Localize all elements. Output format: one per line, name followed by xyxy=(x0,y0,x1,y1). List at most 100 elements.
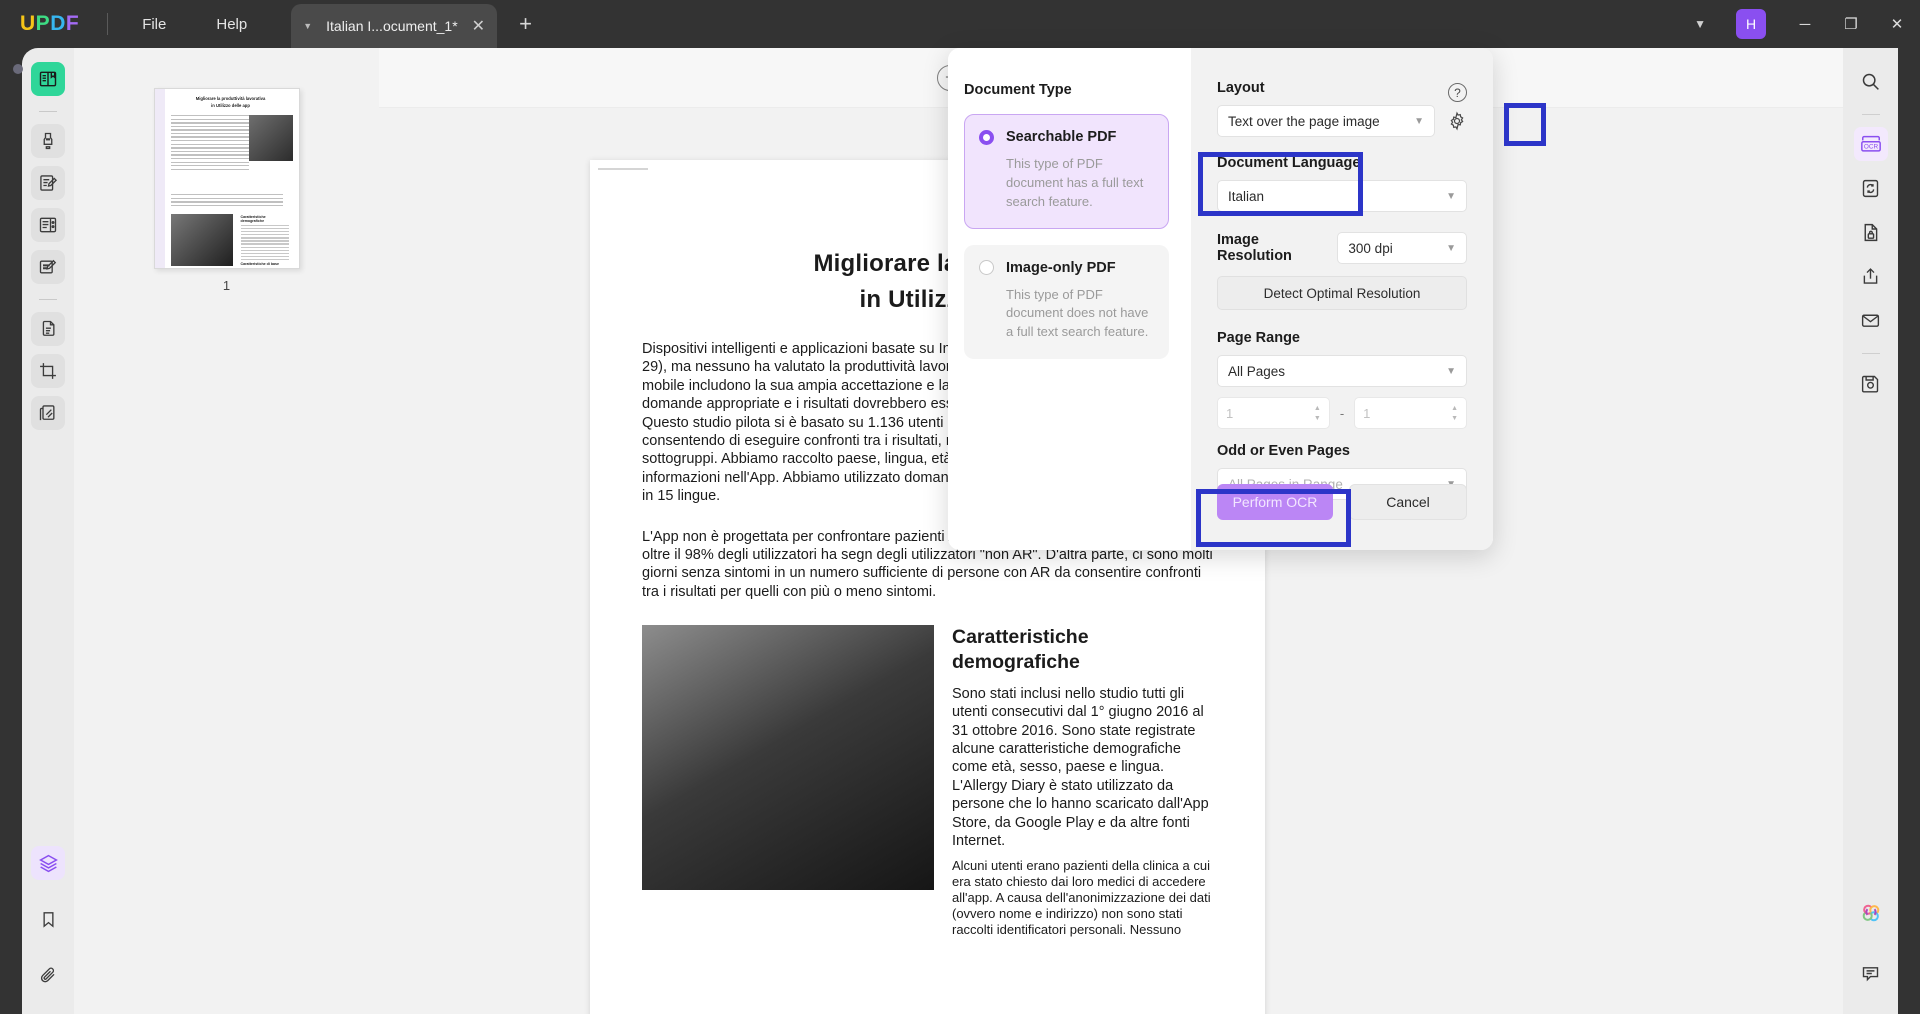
tab-dropdown-caret-icon[interactable]: ▼ xyxy=(303,21,312,31)
tool-convert[interactable] xyxy=(1854,171,1888,205)
searchable-pdf-header: Searchable PDF xyxy=(979,129,1154,145)
window-close-button[interactable]: ✕ xyxy=(1874,0,1920,48)
highlighter-icon xyxy=(38,131,58,151)
rail-handle-dot[interactable] xyxy=(13,64,23,74)
tool-ai[interactable] xyxy=(1854,896,1888,930)
thumbnail-title-line1: Migliorare la produttività lavorativa xyxy=(195,96,266,101)
page-range-inputs: 1 ▲ ▼ - 1 ▲ ▼ xyxy=(1217,397,1467,429)
page-range-from-spinner[interactable]: ▲ ▼ xyxy=(1314,405,1321,422)
sidebar-highlight[interactable] xyxy=(31,124,65,158)
page-range-from-value: 1 xyxy=(1226,405,1234,421)
thumbnail-title: Migliorare la produttività lavorativa in… xyxy=(169,96,293,109)
svg-text:OCR: OCR xyxy=(1863,144,1878,151)
thumbnail-panel: Migliorare la produttività lavorativa in… xyxy=(74,48,379,1014)
tool-protect[interactable] xyxy=(1854,215,1888,249)
thumbnail-title-line2: in Utilizzo delle app xyxy=(211,102,250,108)
layout-caret-icon: ▼ xyxy=(1414,115,1424,127)
account-menu-caret-icon[interactable]: ▼ xyxy=(1680,9,1720,39)
batch-icon xyxy=(38,403,58,423)
thumbnail-image-top xyxy=(248,115,293,161)
searchable-pdf-description: This type of PDF document has a full tex… xyxy=(1006,156,1144,209)
tool-ocr[interactable]: OCR xyxy=(1853,127,1888,161)
help-icon[interactable]: ? xyxy=(1448,83,1467,102)
tool-email[interactable] xyxy=(1854,303,1888,337)
new-tab-button[interactable]: + xyxy=(519,11,532,37)
layers-icon xyxy=(38,853,59,874)
page-range-to-spinner[interactable]: ▲ ▼ xyxy=(1451,405,1458,422)
layout-settings-button[interactable] xyxy=(1447,111,1467,131)
tool-share[interactable] xyxy=(1854,259,1888,293)
document-type-title: Document Type xyxy=(964,82,1072,98)
radio-searchable-pdf[interactable] xyxy=(979,129,994,145)
window-minimize-button[interactable]: ─ xyxy=(1782,0,1828,48)
sidebar-batch[interactable] xyxy=(31,396,65,430)
document-figure-block: Caratteristiche demografiche Sono stati … xyxy=(642,625,1213,937)
option-searchable-pdf[interactable]: Searchable PDF This type of PDF document… xyxy=(964,114,1169,229)
sidebar-page-copy[interactable] xyxy=(31,312,65,346)
envelope-icon xyxy=(1860,310,1881,331)
sidebar-organize[interactable] xyxy=(31,208,65,242)
sidebar-edit-text[interactable] xyxy=(31,166,65,200)
title-bar: U P D F File Help ▼ Italian I...ocument_… xyxy=(0,0,1920,48)
page-range-select[interactable]: All Pages ▼ xyxy=(1217,355,1467,387)
search-icon xyxy=(1860,71,1881,92)
layout-label-row: Layout ? xyxy=(1217,80,1467,105)
ocr-icon: OCR xyxy=(1859,133,1883,155)
tool-search[interactable] xyxy=(1854,64,1888,98)
sidebar-bookmark[interactable] xyxy=(31,902,65,936)
layout-select[interactable]: Text over the page image ▼ xyxy=(1217,105,1435,137)
radio-image-only-pdf[interactable] xyxy=(979,260,994,276)
page-crop-mark xyxy=(598,168,648,170)
app-window: U P D F File Help ▼ Italian I...ocument_… xyxy=(0,0,1920,1014)
rail-divider-2 xyxy=(39,299,57,300)
thumbnail-heading-b: Caratteristiche di base xyxy=(240,261,280,266)
logo-letter-u: U xyxy=(20,12,36,35)
sidebar-annotate[interactable] xyxy=(31,250,65,284)
ocr-settings-pane: Layout ? Text over the page image ▼ Docu… xyxy=(1191,48,1493,550)
logo-divider xyxy=(107,13,109,35)
sidebar-reader[interactable] xyxy=(31,62,65,96)
page-range-caret-icon: ▼ xyxy=(1446,365,1456,377)
odd-even-label: Odd or Even Pages xyxy=(1217,443,1350,459)
searchable-pdf-label: Searchable PDF xyxy=(1006,129,1117,145)
document-language-group: Document Language Italian ▼ xyxy=(1217,155,1467,212)
avatar[interactable]: H xyxy=(1736,9,1766,39)
document-language-label: Document Language xyxy=(1217,155,1361,171)
sidebar-crop[interactable] xyxy=(31,354,65,388)
detect-optimal-resolution-button[interactable]: Detect Optimal Resolution xyxy=(1217,276,1467,310)
thumbnail-page-number: 1 xyxy=(222,278,231,293)
gear-icon xyxy=(1447,111,1467,131)
window-maximize-button[interactable]: ❐ xyxy=(1828,0,1874,48)
document-section-paragraph: Sono stati inclusi nello studio tutti gl… xyxy=(952,685,1209,850)
page-range-to-input[interactable]: 1 ▲ ▼ xyxy=(1354,397,1467,429)
sidebar-layers[interactable] xyxy=(31,846,65,880)
tool-save[interactable] xyxy=(1854,366,1888,400)
layout-label: Layout xyxy=(1217,80,1265,96)
document-language-select[interactable]: Italian ▼ xyxy=(1217,180,1467,212)
right-rail-divider-2 xyxy=(1861,353,1880,354)
page-thumbnail-1[interactable]: Migliorare la produttività lavorativa in… xyxy=(153,88,300,269)
sidebar-attachment[interactable] xyxy=(31,958,65,992)
tab-title: Italian I...ocument_1* xyxy=(326,18,458,34)
edit-document-icon xyxy=(38,173,58,193)
tab-close-icon[interactable]: ✕ xyxy=(472,16,485,36)
menu-help[interactable]: Help xyxy=(200,10,263,39)
titlebar-right-group: ▼ H ─ ❐ ✕ xyxy=(1680,0,1920,48)
cancel-button[interactable]: Cancel xyxy=(1349,484,1467,520)
thumbnail-left-band xyxy=(154,89,165,268)
lock-document-icon xyxy=(1860,222,1881,243)
thumbnail-heading-a: Caratteristiche demografiche xyxy=(240,215,266,223)
page-range-from-input[interactable]: 1 ▲ ▼ xyxy=(1217,397,1330,429)
option-image-only-pdf[interactable]: Image-only PDF This type of PDF document… xyxy=(964,244,1169,360)
thumbnail-right-column: Caratteristiche demografiche Caratterist… xyxy=(240,215,289,268)
page-range-value: All Pages xyxy=(1228,363,1286,379)
document-tab[interactable]: ▼ Italian I...ocument_1* ✕ xyxy=(291,4,498,48)
image-only-pdf-label: Image-only PDF xyxy=(1006,259,1116,276)
tool-comment[interactable] xyxy=(1854,956,1888,990)
menu-file[interactable]: File xyxy=(126,10,182,39)
page-range-separator: - xyxy=(1339,405,1345,421)
image-resolution-select[interactable]: 300 dpi ▼ xyxy=(1337,232,1467,264)
crop-icon xyxy=(38,361,58,381)
reader-icon xyxy=(38,69,58,89)
perform-ocr-button[interactable]: Perform OCR xyxy=(1217,484,1333,520)
